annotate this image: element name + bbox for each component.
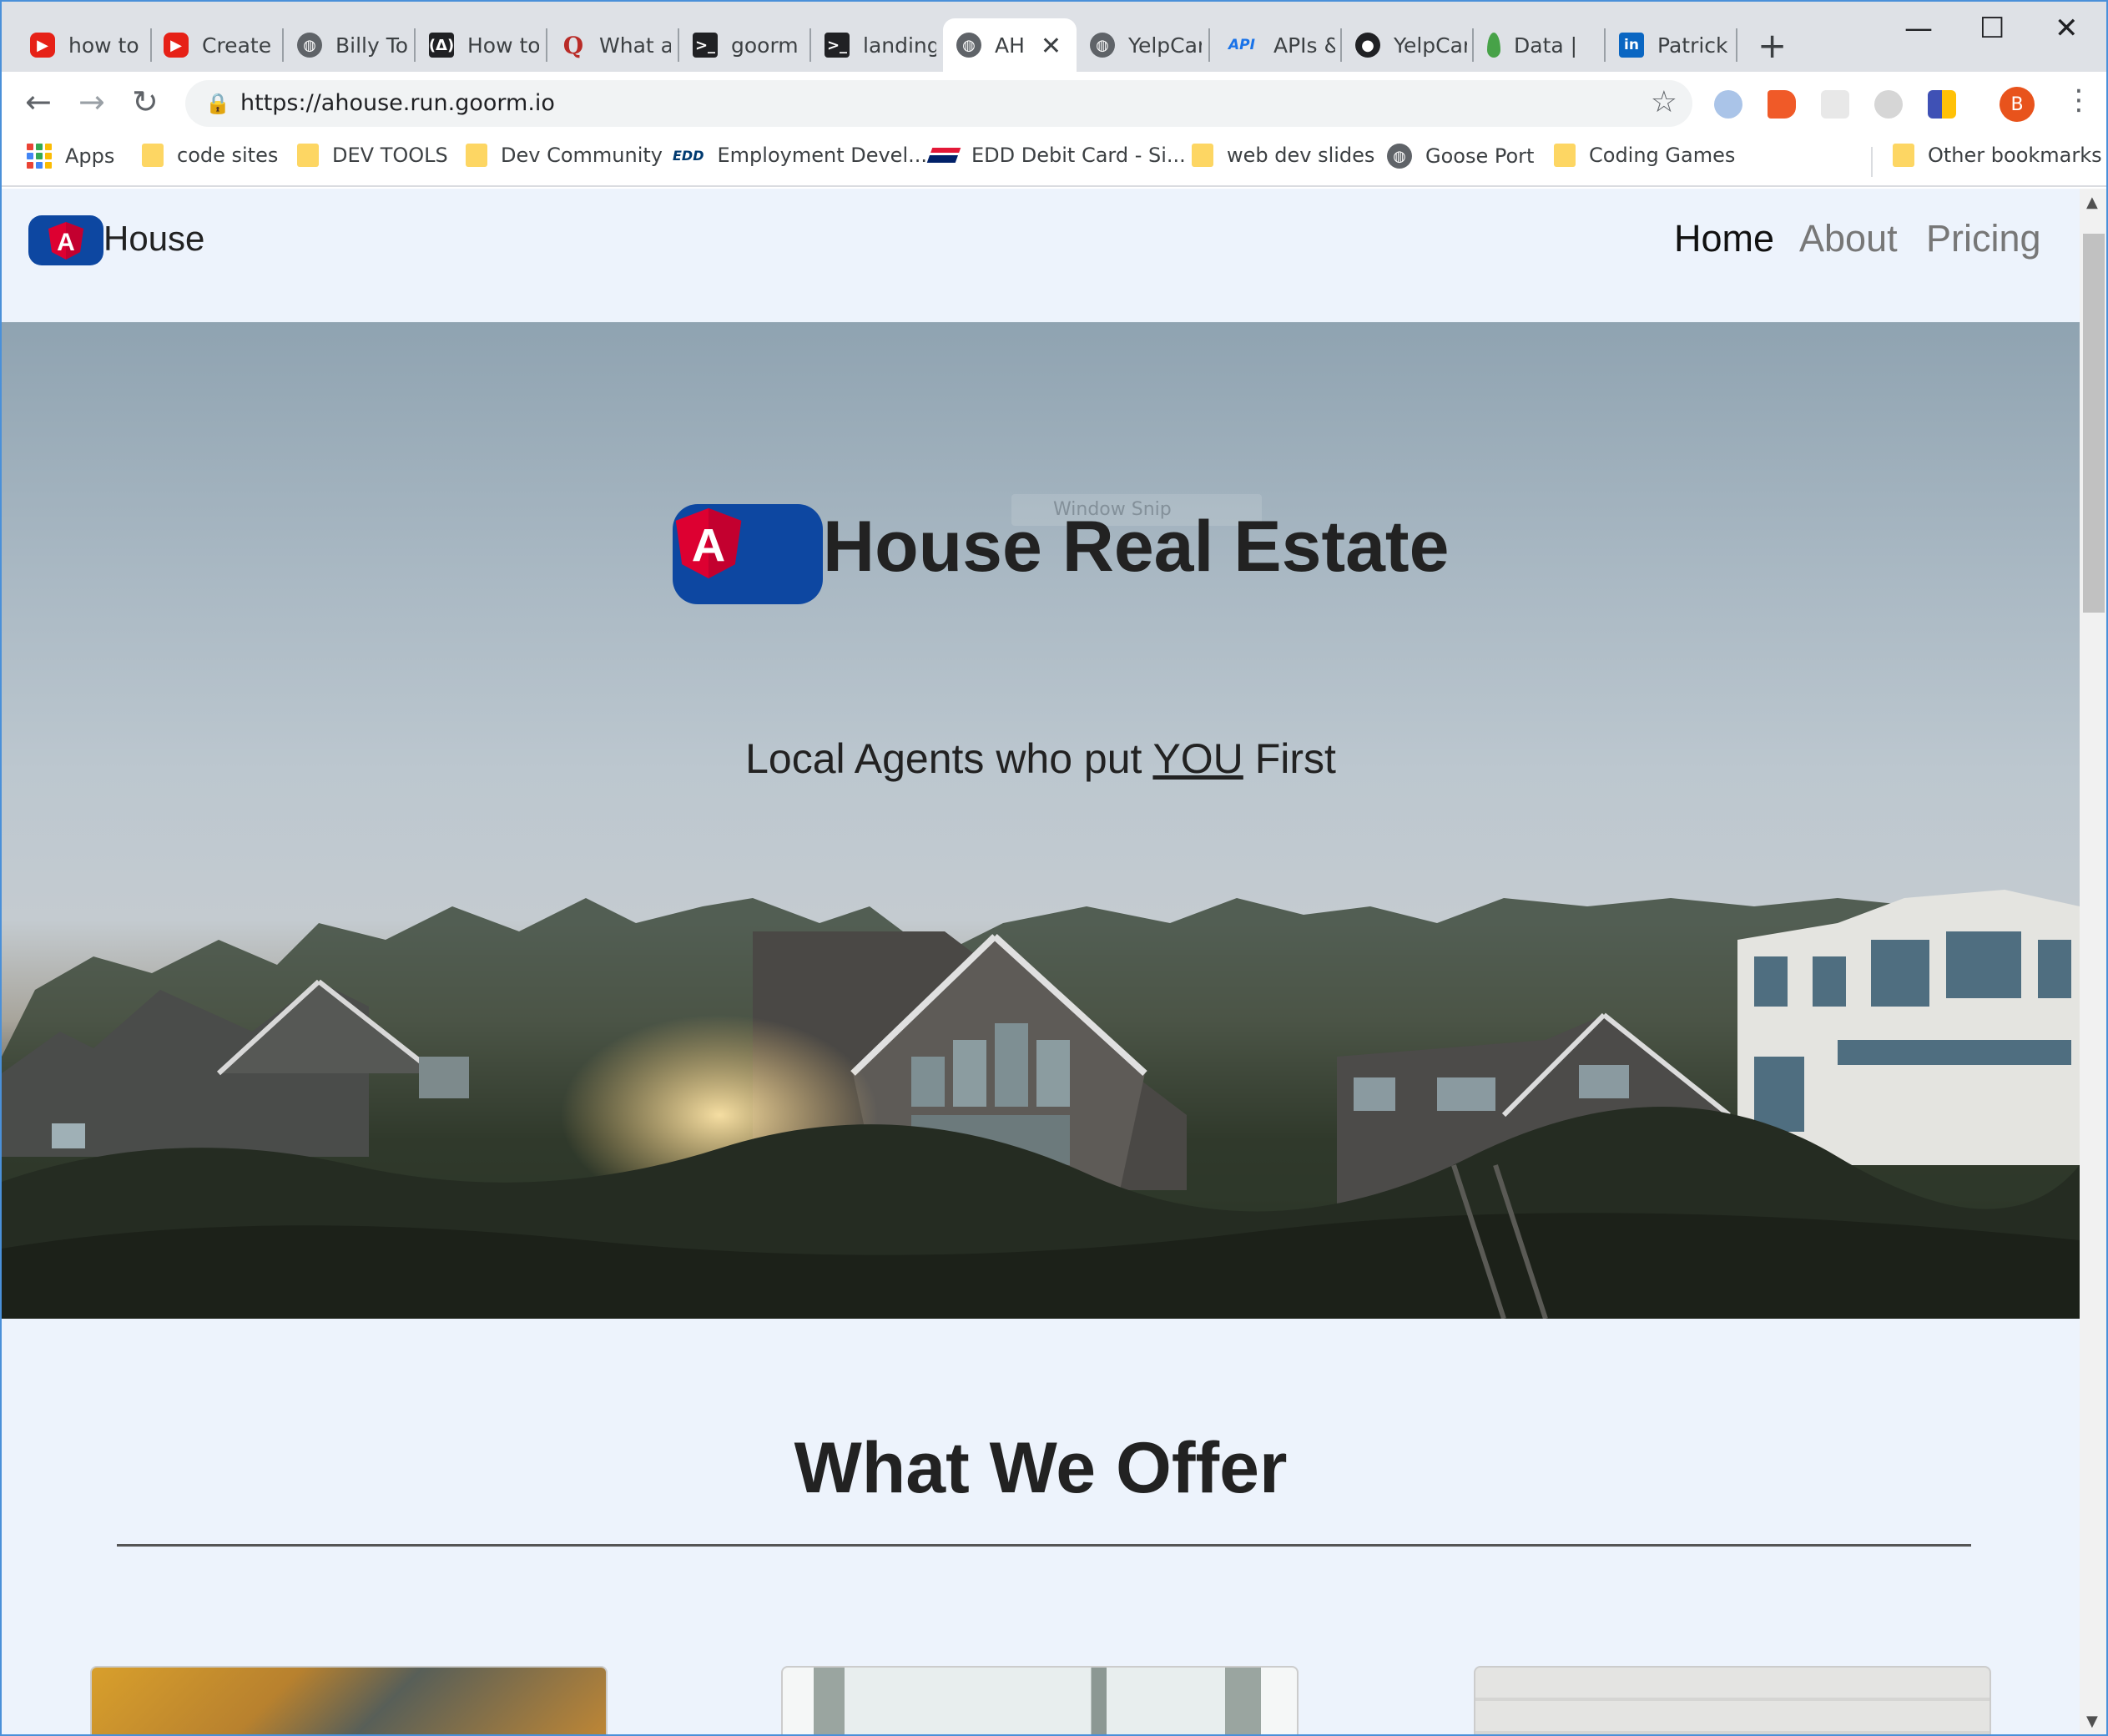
page-scrollbar[interactable]: ▲ ▼ [2080, 189, 2106, 1734]
color-extension-icon[interactable] [1928, 90, 1956, 119]
offer-card-1[interactable] [90, 1666, 608, 1734]
tab-create[interactable]: ▶ Create [150, 18, 275, 72]
terminal-icon: >_ [693, 33, 718, 58]
bookmark-employment-devel[interactable]: EDD Employment Devel... [673, 144, 927, 167]
tab-what-a[interactable]: Q What a [547, 18, 671, 72]
hero-title: House Real Estate [823, 507, 1450, 587]
brand-name[interactable]: House [103, 219, 204, 259]
maximize-button[interactable]: ☐ [1979, 12, 2005, 45]
address-bar[interactable]: 🔒 https://ahouse.run.goorm.io ☆ [185, 80, 1692, 127]
new-tab-button[interactable]: + [1758, 25, 1787, 66]
quora-icon: Q [562, 31, 584, 59]
freecodecamp-icon: (ᐃ) [429, 33, 454, 58]
nav-pricing[interactable]: Pricing [1926, 217, 2041, 260]
folder-icon [142, 144, 164, 167]
lock-icon[interactable]: 🔒 [205, 92, 230, 115]
folder-icon [1192, 144, 1213, 167]
tab-how-to-2[interactable]: (ᐃ) How to [416, 18, 539, 72]
bookmark-star-icon[interactable]: ☆ [1651, 85, 1677, 119]
tab-landing[interactable]: >_ landing [811, 18, 936, 72]
back-button[interactable]: ← [25, 83, 52, 120]
forward-button[interactable]: → [78, 83, 105, 120]
edd-icon: EDD [673, 147, 704, 164]
extension-icon[interactable] [1714, 90, 1742, 119]
svg-text:A: A [692, 518, 726, 571]
svg-text:A: A [57, 229, 75, 256]
terminal-icon: >_ [825, 33, 850, 58]
folder-icon [466, 144, 487, 167]
folder-icon [1554, 144, 1576, 167]
bookmark-edd-debit-card[interactable]: EDD Debit Card - Si... [926, 144, 1186, 167]
section-title-what-we-offer: What We Offer [794, 1428, 1288, 1508]
tab-patrick[interactable]: in Patrick [1606, 18, 1731, 72]
api-icon: API [1228, 37, 1255, 53]
close-tab-icon[interactable]: ✕ [1041, 32, 1062, 61]
grid-extension-icon[interactable] [1821, 90, 1849, 119]
globe-icon: ◍ [956, 33, 981, 58]
globe-icon: ◍ [297, 33, 322, 58]
hero-logo: A [673, 504, 823, 604]
scroll-thumb[interactable] [2083, 234, 2105, 613]
browser-toolbar: ← → ↻ 🔒 https://ahouse.run.goorm.io ☆ B … [2, 72, 2106, 135]
section-divider [117, 1544, 1971, 1547]
angular-logo-icon: A [48, 222, 83, 260]
bookmark-other-bookmarks[interactable]: Other bookmarks [1893, 144, 2102, 167]
hero-subtitle: Local Agents who put YOU First [745, 735, 1336, 782]
hero-banner: Window Snip A House Real Estate Local Ag… [2, 322, 2080, 1319]
apps-grid-icon [27, 144, 52, 169]
angular-logo-icon: A [675, 507, 742, 578]
bookmark-apps[interactable]: Apps [27, 144, 114, 169]
browser-menu-icon[interactable]: ⋮ [2065, 83, 2093, 117]
url-text[interactable]: https://ahouse.run.goorm.io [240, 90, 555, 116]
tab-ahouse-active[interactable]: ◍ AH ✕ [943, 18, 1077, 72]
bookmark-goose-port[interactable]: ◍ Goose Port [1387, 144, 1534, 169]
folder-icon [1893, 144, 1914, 167]
bookmarks-bar: Apps code sites DEV TOOLS Dev Community … [2, 135, 2106, 187]
reload-button[interactable]: ↻ [132, 83, 159, 120]
bank-flag-icon [926, 148, 961, 163]
scroll-up-arrow[interactable]: ▲ [2086, 194, 2098, 211]
tab-strip: ▶ how to ▶ Create ◍ Billy To (ᐃ) How to … [2, 2, 2106, 72]
tab-goorm[interactable]: >_ goorm [679, 18, 803, 72]
web-page: A House Home About Pricing Window Snip A… [2, 189, 2080, 1734]
tab-data[interactable]: Data | [1474, 18, 1599, 72]
site-navbar: A House Home About Pricing [2, 189, 2080, 322]
offer-card-2[interactable] [781, 1666, 1299, 1734]
profile-avatar[interactable]: B [2000, 87, 2035, 122]
brand-logo[interactable]: A [28, 215, 103, 265]
tab-how-to[interactable]: ▶ how to [17, 18, 144, 72]
megaphone-extension-icon[interactable] [1768, 90, 1796, 119]
linkedin-icon: in [1619, 33, 1644, 58]
bookmark-dev-community[interactable]: Dev Community [466, 144, 663, 167]
folder-icon [297, 144, 319, 167]
minimize-button[interactable]: — [1904, 12, 1933, 45]
tab-yelpcamp[interactable]: ◍ YelpCar [1077, 18, 1202, 72]
target-extension-icon[interactable] [1874, 90, 1903, 119]
offer-card-3[interactable] [1474, 1666, 1991, 1734]
youtube-icon: ▶ [164, 33, 189, 58]
tab-apis[interactable]: API APIs & [1210, 18, 1335, 72]
houses-landscape-photo [2, 890, 2080, 1319]
nav-about[interactable]: About [1799, 217, 1898, 260]
nav-home[interactable]: Home [1674, 217, 1774, 260]
bookmark-web-dev-slides[interactable]: web dev slides [1192, 144, 1374, 167]
browser-window: ▶ how to ▶ Create ◍ Billy To (ᐃ) How to … [0, 0, 2108, 1736]
close-window-button[interactable]: ✕ [2055, 12, 2079, 45]
bookmark-dev-tools[interactable]: DEV TOOLS [297, 144, 448, 167]
github-icon: ● [1355, 33, 1380, 58]
globe-icon: ◍ [1387, 144, 1412, 169]
mongodb-leaf-icon [1487, 33, 1500, 58]
bookmark-code-sites[interactable]: code sites [142, 144, 278, 167]
tab-yelpcamp-github[interactable]: ● YelpCar [1342, 18, 1467, 72]
bookmark-coding-games[interactable]: Coding Games [1554, 144, 1735, 167]
tab-billy[interactable]: ◍ Billy To [284, 18, 407, 72]
globe-icon: ◍ [1090, 33, 1115, 58]
scroll-down-arrow[interactable]: ▼ [2086, 1713, 2098, 1730]
youtube-icon: ▶ [30, 33, 55, 58]
